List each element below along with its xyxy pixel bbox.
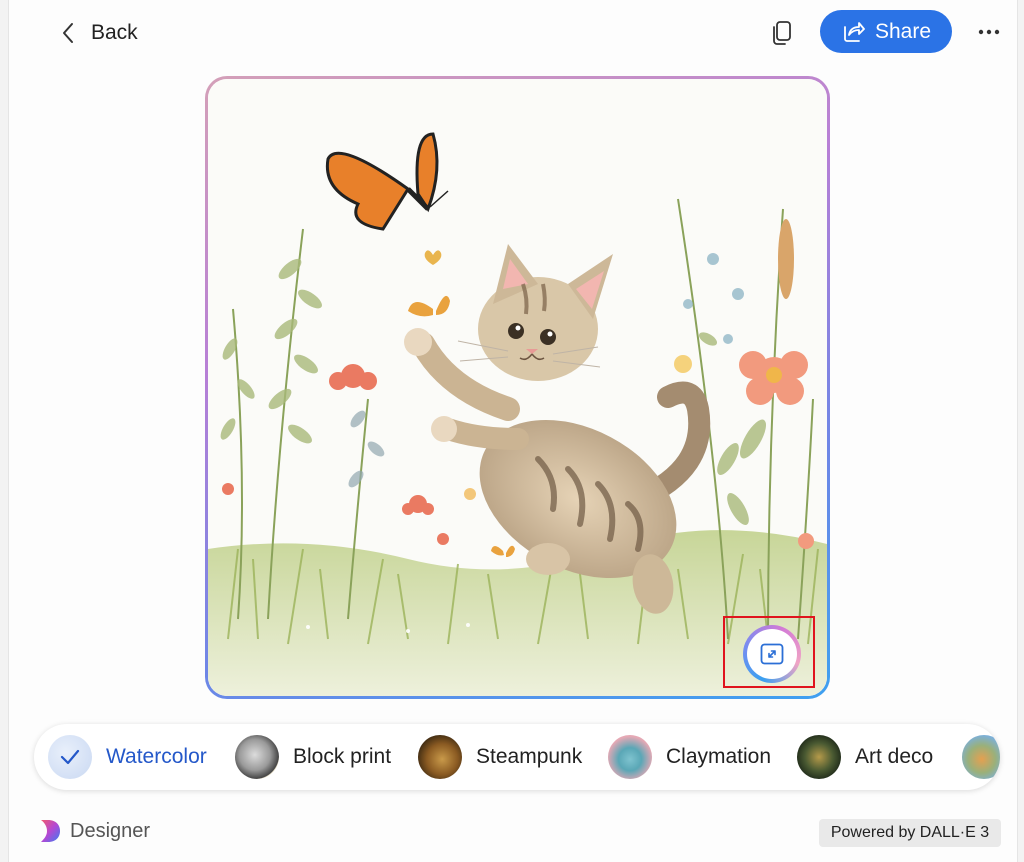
share-icon xyxy=(844,21,865,42)
style-option-more[interactable] xyxy=(962,733,1000,781)
style-label: Steampunk xyxy=(476,745,583,768)
style-label: Art deco xyxy=(855,745,934,768)
back-label: Back xyxy=(91,21,138,44)
designer-logo-icon xyxy=(41,820,60,842)
back-button[interactable]: Back xyxy=(55,14,148,52)
steampunk-thumbnail xyxy=(418,735,462,779)
style-label: Block print xyxy=(293,745,392,768)
art-deco-thumbnail xyxy=(797,735,841,779)
generated-image-frame xyxy=(205,76,830,699)
generated-image[interactable] xyxy=(208,79,827,696)
more-horizontal-icon xyxy=(978,29,1000,35)
expand-image-button[interactable] xyxy=(743,625,801,683)
style-option-watercolor[interactable]: Watercolor xyxy=(48,733,207,781)
kitten-watercolor-illustration xyxy=(208,79,827,696)
more-options-button[interactable] xyxy=(969,16,1009,48)
designer-brand: Designer xyxy=(38,818,150,844)
expand-button-core xyxy=(747,629,797,679)
expand-icon xyxy=(760,643,784,665)
copy-icon xyxy=(773,21,791,45)
style-option-block-print[interactable]: Block print xyxy=(235,733,391,781)
check-icon xyxy=(48,735,92,779)
style-label: Watercolor xyxy=(106,745,207,768)
style-option-claymation[interactable]: Claymation xyxy=(608,733,771,781)
powered-by-badge: Powered by DALL·E 3 xyxy=(819,819,1001,847)
style-option-art-deco[interactable]: Art deco xyxy=(797,733,933,781)
share-button[interactable]: Share xyxy=(820,10,952,53)
chevron-left-icon xyxy=(63,23,73,43)
block-print-thumbnail xyxy=(235,735,279,779)
share-label: Share xyxy=(874,19,932,43)
style-option-steampunk[interactable]: Steampunk xyxy=(418,733,582,781)
copy-button[interactable] xyxy=(765,16,799,50)
claymation-thumbnail xyxy=(608,735,652,779)
more-style-thumbnail xyxy=(962,735,1000,779)
style-label: Claymation xyxy=(666,745,772,768)
style-selector-strip: Watercolor Block print Steampunk Claymat… xyxy=(34,724,1000,790)
brand-name: Designer xyxy=(70,819,151,842)
